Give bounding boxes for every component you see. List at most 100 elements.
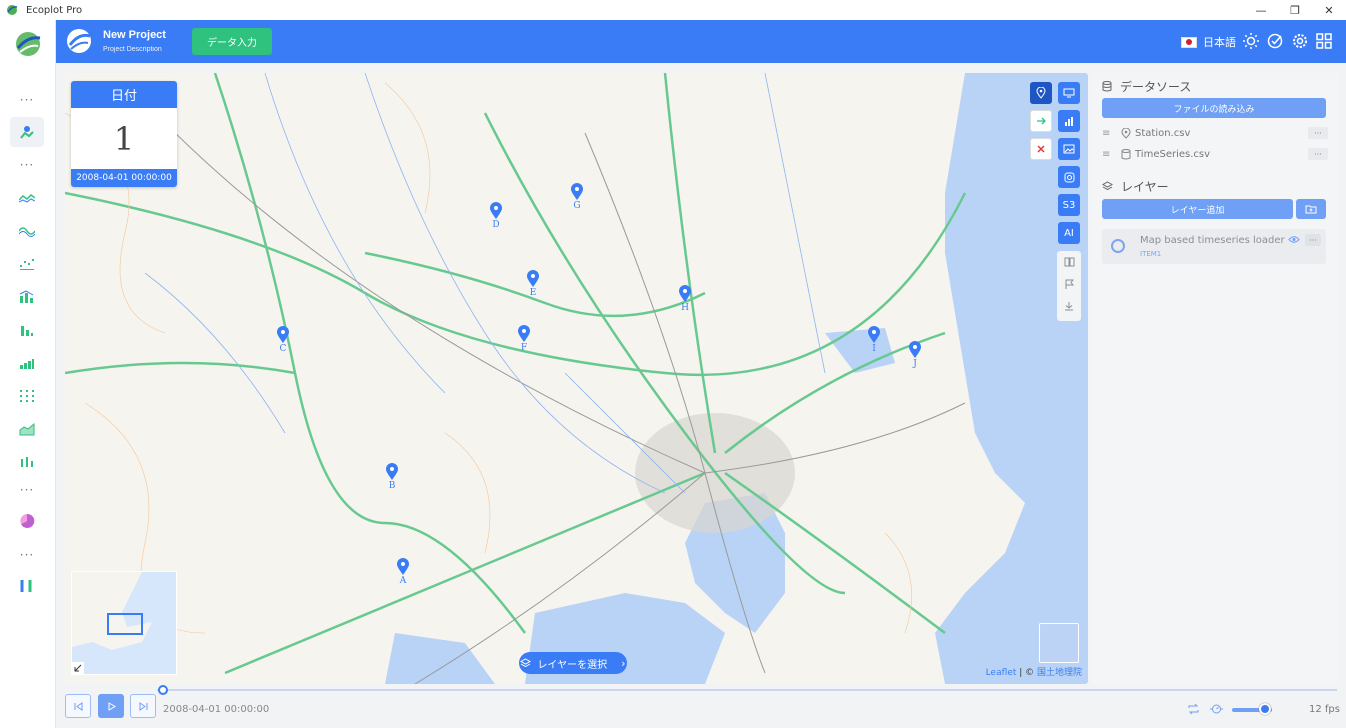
drag-handle-icon[interactable]: ≡ bbox=[1102, 149, 1112, 160]
date-card: 日付 1 2008-04-01 00:00:00 bbox=[71, 81, 177, 187]
dot-plot-icon bbox=[21, 457, 33, 467]
monitor-tool-button[interactable] bbox=[1058, 82, 1080, 104]
layers-icon bbox=[520, 657, 532, 667]
data-input-button[interactable]: データ入力 bbox=[192, 28, 272, 55]
load-file-button[interactable]: ファイルの読み込み bbox=[1102, 98, 1326, 118]
chart-tool-button[interactable] bbox=[1058, 110, 1080, 132]
sidebar-item-wave-chart[interactable] bbox=[10, 216, 44, 246]
drag-handle-icon[interactable]: ≡ bbox=[1102, 128, 1112, 139]
minimap[interactable] bbox=[71, 571, 177, 675]
add-layer-folder-button[interactable] bbox=[1296, 199, 1326, 219]
sidebar-item-area-chart[interactable] bbox=[10, 414, 44, 444]
station-marker-a[interactable]: A bbox=[396, 558, 410, 588]
map-view[interactable]: 日付 1 2008-04-01 00:00:00 A B C D E F G H… bbox=[65, 73, 1088, 684]
sidebar-item-line-chart[interactable] bbox=[10, 183, 44, 213]
marker-label: E bbox=[529, 288, 537, 298]
map-basemap[interactable] bbox=[65, 73, 1088, 684]
sidebar-item-dot-plot[interactable] bbox=[10, 447, 44, 477]
datasource-title: データソース bbox=[1120, 80, 1192, 94]
skip-back-button[interactable] bbox=[65, 694, 91, 718]
sidebar-item-tools[interactable] bbox=[10, 571, 44, 601]
sidebar-more-2[interactable]: ··· bbox=[10, 159, 44, 175]
restore-button[interactable]: ❐ bbox=[1278, 0, 1312, 20]
play-button[interactable] bbox=[98, 694, 124, 718]
sidebar-item-pie-chart[interactable] bbox=[10, 506, 44, 536]
station-marker-f[interactable]: F bbox=[517, 325, 531, 355]
close-window-button[interactable]: ✕ bbox=[1312, 0, 1346, 20]
sidebar-item-map[interactable] bbox=[10, 117, 44, 147]
clear-tool-button[interactable] bbox=[1030, 138, 1052, 160]
basemap-thumbnail[interactable] bbox=[1039, 623, 1079, 663]
download-tool-button[interactable] bbox=[1058, 295, 1080, 317]
line-chart-icon bbox=[19, 194, 35, 203]
file-more-button[interactable]: ··· bbox=[1308, 127, 1328, 139]
sun-icon[interactable] bbox=[1243, 33, 1259, 49]
layer-more-button[interactable]: ··· bbox=[1305, 234, 1321, 246]
sidebar-item-dot-chart[interactable] bbox=[10, 249, 44, 279]
check-circle-icon[interactable] bbox=[1267, 33, 1283, 49]
station-marker-e[interactable]: E bbox=[526, 270, 540, 300]
stacked-chart-icon bbox=[20, 359, 34, 369]
wave-chart-icon bbox=[19, 227, 35, 237]
location-pin-icon bbox=[1121, 127, 1131, 139]
map-pin-icon bbox=[527, 270, 539, 287]
grid-icon[interactable] bbox=[1316, 33, 1332, 49]
tools-icon bbox=[20, 580, 32, 592]
instagram-tool-button[interactable] bbox=[1058, 166, 1080, 188]
map-station-icon bbox=[20, 126, 34, 139]
minimize-button[interactable]: — bbox=[1244, 0, 1278, 20]
eye-icon[interactable] bbox=[1288, 235, 1300, 244]
station-marker-h[interactable]: H bbox=[678, 285, 692, 315]
speed-slider-thumb[interactable] bbox=[1259, 703, 1271, 715]
sidebar-item-stacked-chart[interactable] bbox=[10, 348, 44, 378]
sidebar-item-bar-chart[interactable] bbox=[10, 282, 44, 312]
s3-tool-button[interactable]: S3 bbox=[1058, 194, 1080, 216]
sidebar-more-4[interactable]: ··· bbox=[10, 549, 44, 565]
map-attribution: Leaflet | © 国土地理院 bbox=[986, 665, 1082, 678]
timeline-thumb[interactable] bbox=[158, 685, 168, 695]
location-tool-button[interactable] bbox=[1030, 82, 1052, 104]
image-tool-button[interactable] bbox=[1058, 138, 1080, 160]
book-tool-button[interactable] bbox=[1058, 251, 1080, 273]
left-sidebar: ··· ··· ··· ··· bbox=[0, 20, 56, 728]
file-row-timeseries[interactable]: ≡ TimeSeries.csv ··· bbox=[1102, 146, 1328, 162]
sidebar-item-scatter-grid[interactable] bbox=[10, 381, 44, 411]
file-more-button[interactable]: ··· bbox=[1308, 148, 1328, 160]
station-marker-b[interactable]: B bbox=[385, 463, 399, 493]
sidebar-item-column-chart[interactable] bbox=[10, 315, 44, 345]
language-selector[interactable]: 日本語 bbox=[1181, 34, 1236, 50]
map-pin-icon bbox=[386, 463, 398, 480]
marker-label: B bbox=[388, 481, 396, 491]
skip-forward-button[interactable] bbox=[130, 694, 156, 718]
station-marker-i[interactable]: I bbox=[867, 326, 881, 356]
gsi-link[interactable]: 国土地理院 bbox=[1037, 668, 1082, 678]
layer-select-button[interactable]: レイヤーを選択 › bbox=[519, 652, 627, 674]
close-icon bbox=[1037, 145, 1045, 153]
ai-tool-button[interactable]: AI bbox=[1058, 222, 1080, 244]
repeat-icon[interactable] bbox=[1187, 703, 1200, 715]
layer-name: Map based timeseries loader bbox=[1140, 235, 1285, 246]
layer-status-icon bbox=[1111, 239, 1125, 253]
marker-label: G bbox=[573, 201, 581, 211]
add-layer-button[interactable]: レイヤー追加 bbox=[1102, 199, 1293, 219]
marker-label: J bbox=[913, 359, 917, 369]
speed-icon[interactable] bbox=[1210, 703, 1223, 715]
sidebar-more-3[interactable]: ··· bbox=[10, 484, 44, 500]
layer-item[interactable]: Map based timeseries loader ITEM1 ··· bbox=[1102, 229, 1326, 264]
gear-icon[interactable] bbox=[1292, 33, 1308, 49]
playback-time: 2008-04-01 00:00:00 bbox=[163, 704, 270, 715]
station-marker-c[interactable]: C bbox=[276, 326, 290, 356]
date-card-datetime: 2008-04-01 00:00:00 bbox=[71, 169, 177, 187]
file-row-station[interactable]: ≡ Station.csv ··· bbox=[1102, 125, 1328, 141]
flag-tool-button[interactable] bbox=[1058, 273, 1080, 295]
timeline-track[interactable] bbox=[157, 689, 1337, 691]
map-pin-icon bbox=[397, 558, 409, 575]
forward-tool-button[interactable] bbox=[1030, 110, 1052, 132]
leaflet-link[interactable]: Leaflet bbox=[986, 668, 1017, 678]
station-marker-g[interactable]: G bbox=[570, 183, 584, 213]
station-marker-j[interactable]: J bbox=[908, 341, 922, 371]
sidebar-more-1[interactable]: ··· bbox=[10, 94, 44, 110]
skip-forward-icon bbox=[139, 701, 147, 711]
database-icon bbox=[1102, 81, 1112, 92]
station-marker-d[interactable]: D bbox=[489, 202, 503, 232]
